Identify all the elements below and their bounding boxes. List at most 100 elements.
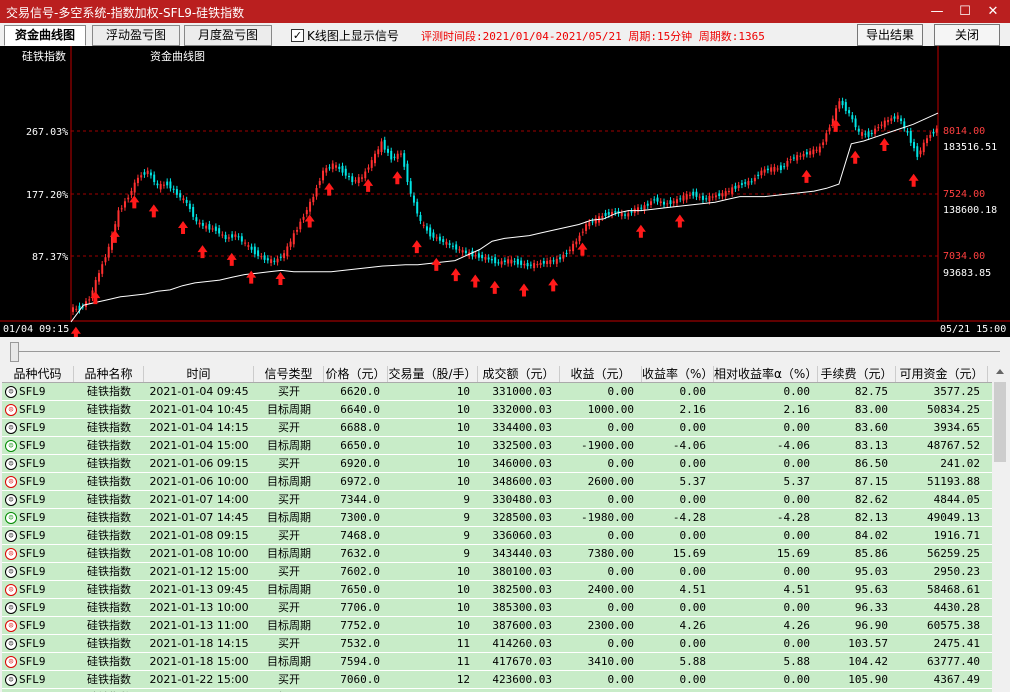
col-return[interactable]: 收益率（%） (642, 366, 714, 382)
table-row[interactable]: ☺ SFL9 硅铁指数 2021-01-08 09:15 买开 7468.0 9 336060… (2, 527, 992, 545)
table-row[interactable]: ☹ SFL9 硅铁指数 2021-01-18 15:00 目标周期 7594.0 11 417… (2, 653, 992, 671)
table-row[interactable]: ☺ SFL9 硅铁指数 2021-01-06 09:15 买开 6920.0 10 34600… (2, 455, 992, 473)
x-start-label: 01/04 09:15 (3, 324, 69, 335)
cell-alpha: 15.69 (776, 547, 810, 560)
col-code[interactable]: 品种代码 (2, 366, 74, 382)
candle-body (461, 250, 464, 253)
cell-type: 买开 (278, 529, 300, 542)
col-volume[interactable]: 交易量（股/手） (388, 366, 478, 382)
table-row[interactable]: ☺ SFL9 硅铁指数 2021-01-13 10:00 买开 7706.0 10 38530… (2, 599, 992, 617)
tab-floating-pnl[interactable]: 浮动盈亏图 (92, 25, 180, 46)
candle-body (861, 132, 864, 136)
close-window-button[interactable]: ✕ (980, 2, 1006, 21)
cell-name: 硅铁指数 (87, 493, 131, 506)
cell-type: 目标周期 (267, 403, 311, 416)
col-alpha[interactable]: 相对收益率α（%） (714, 366, 818, 382)
scroll-up-icon[interactable] (996, 369, 1004, 374)
code-text: SFL9 (19, 601, 46, 614)
candle-body (195, 217, 198, 222)
tab-monthly-pnl[interactable]: 月度盈亏图 (184, 25, 272, 46)
checkbox-mark[interactable]: ✓ (291, 29, 304, 42)
candle-body (887, 120, 890, 123)
col-pnl[interactable]: 收益（元） (560, 366, 642, 382)
slider-thumb[interactable] (10, 342, 19, 362)
cell-name: 硅铁指数 (87, 385, 131, 398)
col-fee[interactable]: 手续费（元） (818, 366, 896, 382)
cell-name: 硅铁指数 (87, 673, 131, 686)
buy-signal-arrow-icon (801, 169, 812, 183)
candle-body (500, 261, 503, 265)
signal-face-icon: ☺ (5, 493, 17, 506)
candle-body (198, 222, 201, 225)
code-text: SFL9 (19, 475, 46, 488)
show-signals-checkbox[interactable]: ✓ K线图上显示信号 (291, 27, 399, 44)
cell-time: 2021-01-07 14:00 (149, 493, 249, 506)
cell-pnl: 0.00 (607, 421, 635, 434)
table-row[interactable]: ☺ SFL9 硅铁指数 2021-01-04 09:45 买开 6620.0 10 33100… (2, 383, 992, 401)
cell-amt: 336060.03 (492, 529, 552, 542)
candle-body (442, 239, 445, 243)
cell-type: 买开 (278, 637, 300, 650)
candle-body (367, 167, 370, 170)
col-price[interactable]: 价格（元） (324, 366, 388, 382)
tab-equity-curve[interactable]: 资金曲线图 (4, 25, 86, 46)
col-signal[interactable]: 信号类型 (254, 366, 324, 382)
table-row[interactable]: ☺ SFL9 硅铁指数 2021-01-22 15:00 买开 7060.0 12 42360… (2, 671, 992, 689)
candle-body (731, 187, 734, 194)
scroll-thumb[interactable] (994, 382, 1006, 462)
candle-body (120, 208, 123, 210)
col-amount[interactable]: 成交额（元） (478, 366, 560, 382)
candle-body (659, 201, 662, 204)
cell-amt: 331000.03 (492, 385, 552, 398)
candle-body (231, 234, 234, 238)
candle-body (802, 154, 805, 157)
candle-body (318, 181, 321, 185)
table-row[interactable]: ☹ SFL9 硅铁指数 2021-01-13 09:45 目标周期 7650.0 10 382… (2, 581, 992, 599)
cell-vol: 10 (456, 583, 470, 596)
candle-body (188, 203, 191, 209)
cell-vol: 11 (456, 637, 470, 650)
col-time[interactable]: 时间 (144, 366, 254, 382)
candle-body (153, 174, 156, 183)
cell-vol: 9 (463, 547, 470, 560)
time-slider[interactable] (0, 337, 1010, 366)
candle-body (740, 183, 743, 185)
cell-fee: 86.50 (854, 457, 888, 470)
table-row[interactable]: ☹ SFL9 硅铁指数 2021-01-06 10:00 目标周期 6972.0 10 348… (2, 473, 992, 491)
close-button[interactable]: 关闭 (934, 24, 1000, 46)
candle-body (906, 131, 909, 133)
table-row[interactable]: ☺ SFL9 硅铁指数 2021-01-04 14:15 买开 6688.0 10 33440… (2, 419, 992, 437)
candle-body (844, 102, 847, 111)
candle-body (390, 150, 393, 160)
candle-body (315, 188, 318, 197)
candle-body (841, 100, 844, 106)
cell-price: 6920.0 (340, 457, 380, 470)
table-row[interactable]: ☺ SFL9 硅铁指数 2021-01-04 15:00 目标周期 6650.0 10 332… (2, 437, 992, 455)
candle-body (383, 139, 386, 150)
left-tick-label: 267.03% (26, 127, 68, 138)
candle-body (591, 221, 594, 223)
table-row[interactable]: ☹ SFL9 硅铁指数 2021-01-08 10:00 目标周期 7632.0 9 3434… (2, 545, 992, 563)
cell-price: 7752.0 (340, 619, 380, 632)
table-header: 品种代码 品种名称 时间 信号类型 价格（元） 交易量（股/手） 成交额（元） … (2, 366, 992, 383)
table-row[interactable]: ☺ SFL9 硅铁指数 2021-01-12 15:00 买开 7602.0 10 38010… (2, 563, 992, 581)
maximize-button[interactable]: ☐ (952, 2, 978, 21)
table-row[interactable]: ☺ SFL9 硅铁指数 2021-01-07 14:00 买开 7344.0 9 330480… (2, 491, 992, 509)
candle-body (419, 215, 422, 221)
col-cash[interactable]: 可用资金（元） (896, 366, 988, 382)
candle-body (682, 195, 685, 201)
vertical-scrollbar[interactable] (992, 366, 1008, 692)
chart-title-center: 资金曲线图 (150, 49, 205, 63)
table-row[interactable]: ☹ SFL9 硅铁指数 2021-01-13 11:00 目标周期 7752.0 10 387… (2, 617, 992, 635)
candle-body (624, 214, 627, 216)
table-row[interactable]: ☹ SFL9 硅铁指数 2021-01-04 10:45 目标周期 6640.0 10 332… (2, 401, 992, 419)
cell-pnl: 2600.00 (587, 475, 634, 488)
table-row[interactable]: ☺ SFL9 硅铁指数 2021-01-18 14:15 买开 7532.0 11 41426… (2, 635, 992, 653)
candle-body (253, 246, 256, 255)
col-name[interactable]: 品种名称 (74, 366, 144, 382)
candle-body (562, 254, 565, 259)
export-button[interactable]: 导出结果 (857, 24, 923, 46)
minimize-button[interactable]: — (924, 2, 950, 21)
cell-time: 2021-01-08 10:00 (149, 547, 249, 560)
table-row[interactable]: ☺ SFL9 硅铁指数 2021-01-07 14:45 目标周期 7300.0 9 3285… (2, 509, 992, 527)
